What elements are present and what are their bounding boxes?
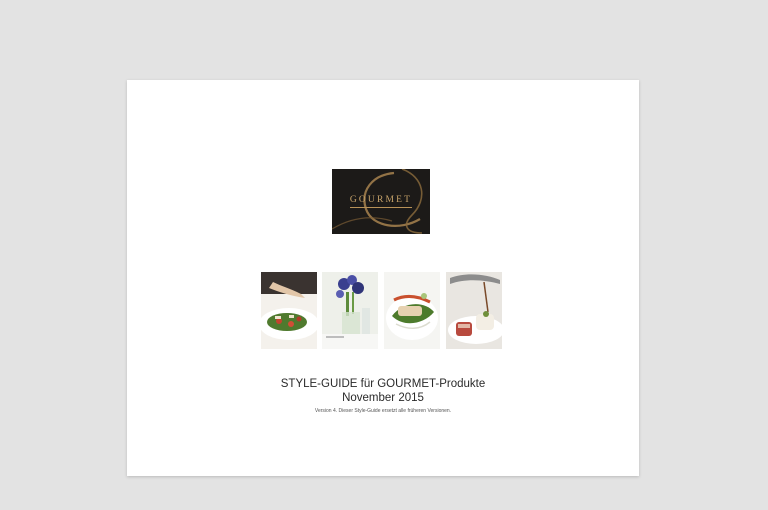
fish-dish-photo — [384, 272, 440, 349]
logo-underline — [350, 207, 412, 208]
meat-dish-photo — [446, 272, 502, 349]
document-page: GOURMET STYLE-GUIDE für GOURMET-Produkte… — [127, 80, 639, 476]
document-date: November 2015 — [342, 392, 424, 404]
flowers-table-photo — [322, 272, 378, 349]
logo-wordmark: GOURMET — [349, 195, 413, 205]
gourmet-logo: GOURMET — [332, 169, 430, 234]
salad-plate-photo — [261, 272, 317, 349]
food-photo-strip — [261, 272, 502, 349]
document-title: STYLE-GUIDE für GOURMET-Produkte — [280, 378, 486, 390]
version-note: Version 4. Dieser Style-Guide ersetzt al… — [314, 408, 452, 414]
